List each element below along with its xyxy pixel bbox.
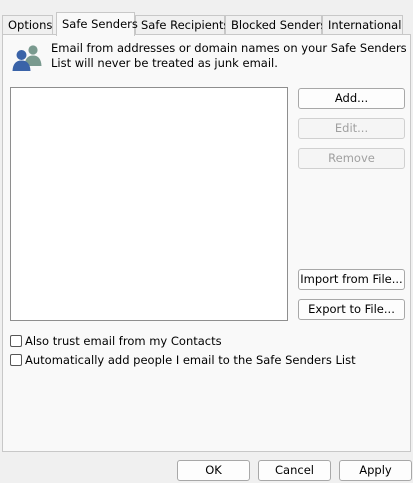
- remove-button[interactable]: Remove: [298, 148, 405, 169]
- safe-senders-list[interactable]: [10, 87, 288, 321]
- cancel-button[interactable]: Cancel: [258, 460, 331, 481]
- ok-button[interactable]: OK: [177, 460, 250, 481]
- auto-add-checkbox[interactable]: Automatically add people I email to the …: [10, 352, 356, 368]
- tab-options[interactable]: Options: [2, 15, 53, 35]
- description-text: Email from addresses or domain names on …: [51, 41, 407, 70]
- auto-add-label: Automatically add people I email to the …: [25, 353, 356, 367]
- export-to-file-button[interactable]: Export to File...: [298, 299, 405, 320]
- tab-international[interactable]: International: [322, 15, 403, 35]
- checkbox-box[interactable]: [10, 354, 22, 366]
- trust-contacts-checkbox[interactable]: Also trust email from my Contacts: [10, 333, 222, 349]
- add-button[interactable]: Add...: [298, 88, 405, 109]
- tab-blocked-senders[interactable]: Blocked Senders: [225, 15, 326, 35]
- tab-safe-recipients[interactable]: Safe Recipients: [135, 15, 230, 35]
- trust-contacts-label: Also trust email from my Contacts: [25, 334, 222, 348]
- edit-button[interactable]: Edit...: [298, 118, 405, 139]
- people-icon: [12, 45, 42, 71]
- dialog-footer: OK Cancel Apply: [0, 452, 413, 483]
- tab-safe-senders[interactable]: Safe Senders: [56, 12, 138, 36]
- apply-button[interactable]: Apply: [339, 460, 412, 481]
- checkbox-box[interactable]: [10, 335, 22, 347]
- import-from-file-button[interactable]: Import from File...: [298, 269, 405, 290]
